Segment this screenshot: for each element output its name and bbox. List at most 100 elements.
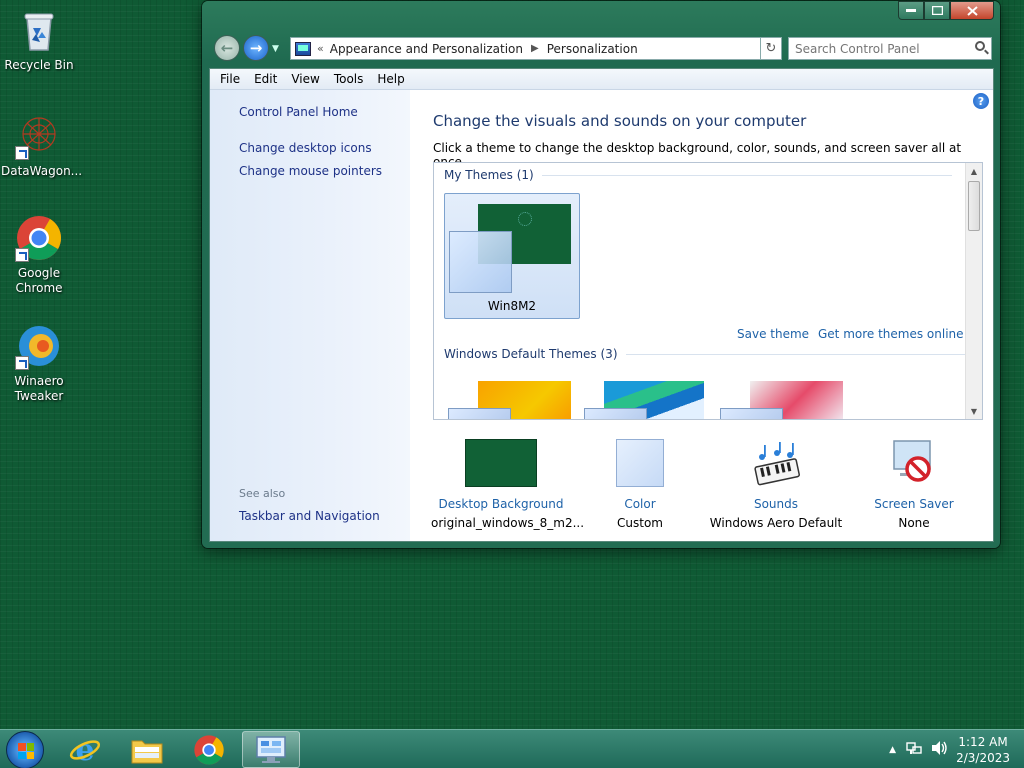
refresh-button[interactable]: ↻ <box>760 37 782 60</box>
default-themes-label: Windows Default Themes (3) <box>444 347 618 361</box>
desktop-icon-label: Recycle Bin <box>4 58 74 72</box>
theme-tile-win8m2[interactable]: Win8M2 <box>444 193 580 319</box>
theme-tile-lines-and-colors[interactable] <box>584 381 704 419</box>
refresh-icon: ↻ <box>765 41 777 56</box>
default-themes-group-header: Windows Default Themes (3) <box>444 347 976 361</box>
breadcrumb-separator-icon[interactable]: ▶ <box>531 43 539 54</box>
scroll-down-icon[interactable]: ▼ <box>966 403 982 419</box>
menu-edit[interactable]: Edit <box>247 72 284 86</box>
svg-text:e: e <box>75 733 94 767</box>
recycle-bin-icon <box>15 6 63 54</box>
screen-saver-link[interactable]: Screen Saver <box>844 497 984 511</box>
search-input[interactable] <box>795 41 965 56</box>
control-panel-icon <box>256 735 286 763</box>
sidebar-link-control-panel-home[interactable]: Control Panel Home <box>239 105 358 119</box>
sidebar: Control Panel Home Change desktop icons … <box>210 90 410 541</box>
sidebar-link-change-mouse-pointers[interactable]: Change mouse pointers <box>239 164 382 178</box>
windows-logo-icon <box>18 743 34 759</box>
scroll-thumb[interactable] <box>968 181 980 231</box>
breadcrumb-overflow-icon[interactable]: « <box>317 42 324 55</box>
save-theme-link[interactable]: Save theme <box>737 327 809 341</box>
see-also-label: See also <box>239 487 286 500</box>
desktop-icon-google-chrome[interactable]: Google Chrome <box>1 214 77 296</box>
forward-arrow-icon: → <box>249 39 263 57</box>
screen-saver-icon <box>890 439 938 487</box>
shortcut-arrow-icon <box>15 146 29 160</box>
my-themes-group-header: My Themes (1) <box>444 168 952 182</box>
address-bar[interactable]: « Appearance and Personalization ▶ Perso… <box>290 37 780 60</box>
shortcut-arrow-icon <box>15 356 29 370</box>
window-controls <box>898 1 994 20</box>
sidebar-link-taskbar-navigation[interactable]: Taskbar and Navigation <box>239 509 380 523</box>
sounds-item[interactable]: Sounds Windows Aero Default <box>706 439 846 530</box>
desktop-background-item[interactable]: Desktop Background original_windows_8_m2… <box>431 439 585 530</box>
breadcrumb-personalization[interactable]: Personalization <box>547 42 638 56</box>
help-icon[interactable]: ? <box>973 93 989 109</box>
group-divider <box>625 353 976 355</box>
desktop-background-icon <box>465 439 537 487</box>
themes-scrollbar[interactable]: ▲ ▼ <box>965 163 982 419</box>
start-button[interactable] <box>6 731 44 768</box>
menu-file[interactable]: File <box>213 72 247 86</box>
minimize-button[interactable] <box>898 1 924 20</box>
maximize-button[interactable] <box>924 1 950 20</box>
show-hidden-icons-icon[interactable]: ▲ <box>889 745 896 755</box>
folder-icon <box>131 740 163 763</box>
personalization-window: ← → ▼ « Appearance and Personalization ▶… <box>202 1 1000 548</box>
chrome-icon <box>15 214 63 262</box>
internet-explorer-icon: e <box>69 733 101 767</box>
desktop-icon-datawagon[interactable]: DataWagon... <box>1 112 83 179</box>
color-link[interactable]: Color <box>570 497 710 511</box>
color-item[interactable]: Color Custom <box>570 439 710 530</box>
sounds-value: Windows Aero Default <box>709 516 843 530</box>
desktop-icon-winaero-tweaker[interactable]: Winaero Tweaker <box>1 322 77 404</box>
clock-date: 2/3/2023 <box>956 750 1010 765</box>
datawagon-icon <box>15 112 63 160</box>
screen-saver-item[interactable]: Screen Saver None <box>844 439 984 530</box>
main-panel: ? Change the visuals and sounds on your … <box>410 90 993 541</box>
desktop-icon-label: DataWagon... <box>1 164 83 178</box>
color-value: Custom <box>617 516 663 530</box>
desktop-icon-recycle-bin[interactable]: Recycle Bin <box>1 6 77 73</box>
sidebar-link-change-desktop-icons[interactable]: Change desktop icons <box>239 141 372 155</box>
taskbar-control-panel[interactable] <box>242 731 300 768</box>
network-icon[interactable] <box>906 740 922 759</box>
desktop-background-link[interactable]: Desktop Background <box>431 497 571 511</box>
volume-icon[interactable] <box>930 740 948 759</box>
page-title: Change the visuals and sounds on your co… <box>433 112 807 130</box>
color-swatch-icon <box>616 439 664 487</box>
get-more-themes-link[interactable]: Get more themes online <box>818 327 964 341</box>
clock-time: 1:12 AM <box>958 734 1008 749</box>
theme-name: Win8M2 <box>487 299 537 313</box>
taskbar-file-explorer[interactable] <box>118 731 176 768</box>
shortcut-arrow-icon <box>15 248 29 262</box>
recent-pages-dropdown-icon[interactable]: ▼ <box>272 44 279 54</box>
taskbar: e ▲ 1:12 AM 2/3/2023 <box>0 729 1024 768</box>
menu-bar: File Edit View Tools Help <box>210 69 993 90</box>
menu-view[interactable]: View <box>284 72 326 86</box>
theme-tile-windows[interactable] <box>448 381 571 419</box>
desktop-background-value: original_windows_8_m2... <box>431 516 585 530</box>
control-panel-icon <box>295 41 311 56</box>
winaero-tweaker-icon <box>15 322 63 370</box>
back-arrow-icon: ← <box>220 39 234 57</box>
search-icon[interactable] <box>975 41 985 51</box>
screen-saver-value: None <box>898 516 930 530</box>
taskbar-internet-explorer[interactable]: e <box>56 731 114 768</box>
breadcrumb-appearance[interactable]: Appearance and Personalization <box>330 42 523 56</box>
taskbar-clock[interactable]: 1:12 AM 2/3/2023 <box>956 734 1010 766</box>
search-box[interactable] <box>788 37 992 60</box>
theme-tile-flowers[interactable] <box>720 381 843 419</box>
window-content: File Edit View Tools Help Control Panel … <box>209 68 994 542</box>
scroll-up-icon[interactable]: ▲ <box>966 163 982 179</box>
back-button[interactable]: ← <box>214 35 240 61</box>
theme-color-thumbnail <box>449 231 512 293</box>
menu-tools[interactable]: Tools <box>327 72 371 86</box>
forward-button[interactable]: → <box>243 35 269 61</box>
close-button[interactable] <box>950 1 994 20</box>
taskbar-google-chrome[interactable] <box>180 731 238 768</box>
sounds-link[interactable]: Sounds <box>706 497 846 511</box>
desktop-icon-label: Google Chrome <box>15 266 63 295</box>
menu-help[interactable]: Help <box>370 72 411 86</box>
themes-list: My Themes (1) Win8M2 Save theme Get more… <box>433 162 983 420</box>
